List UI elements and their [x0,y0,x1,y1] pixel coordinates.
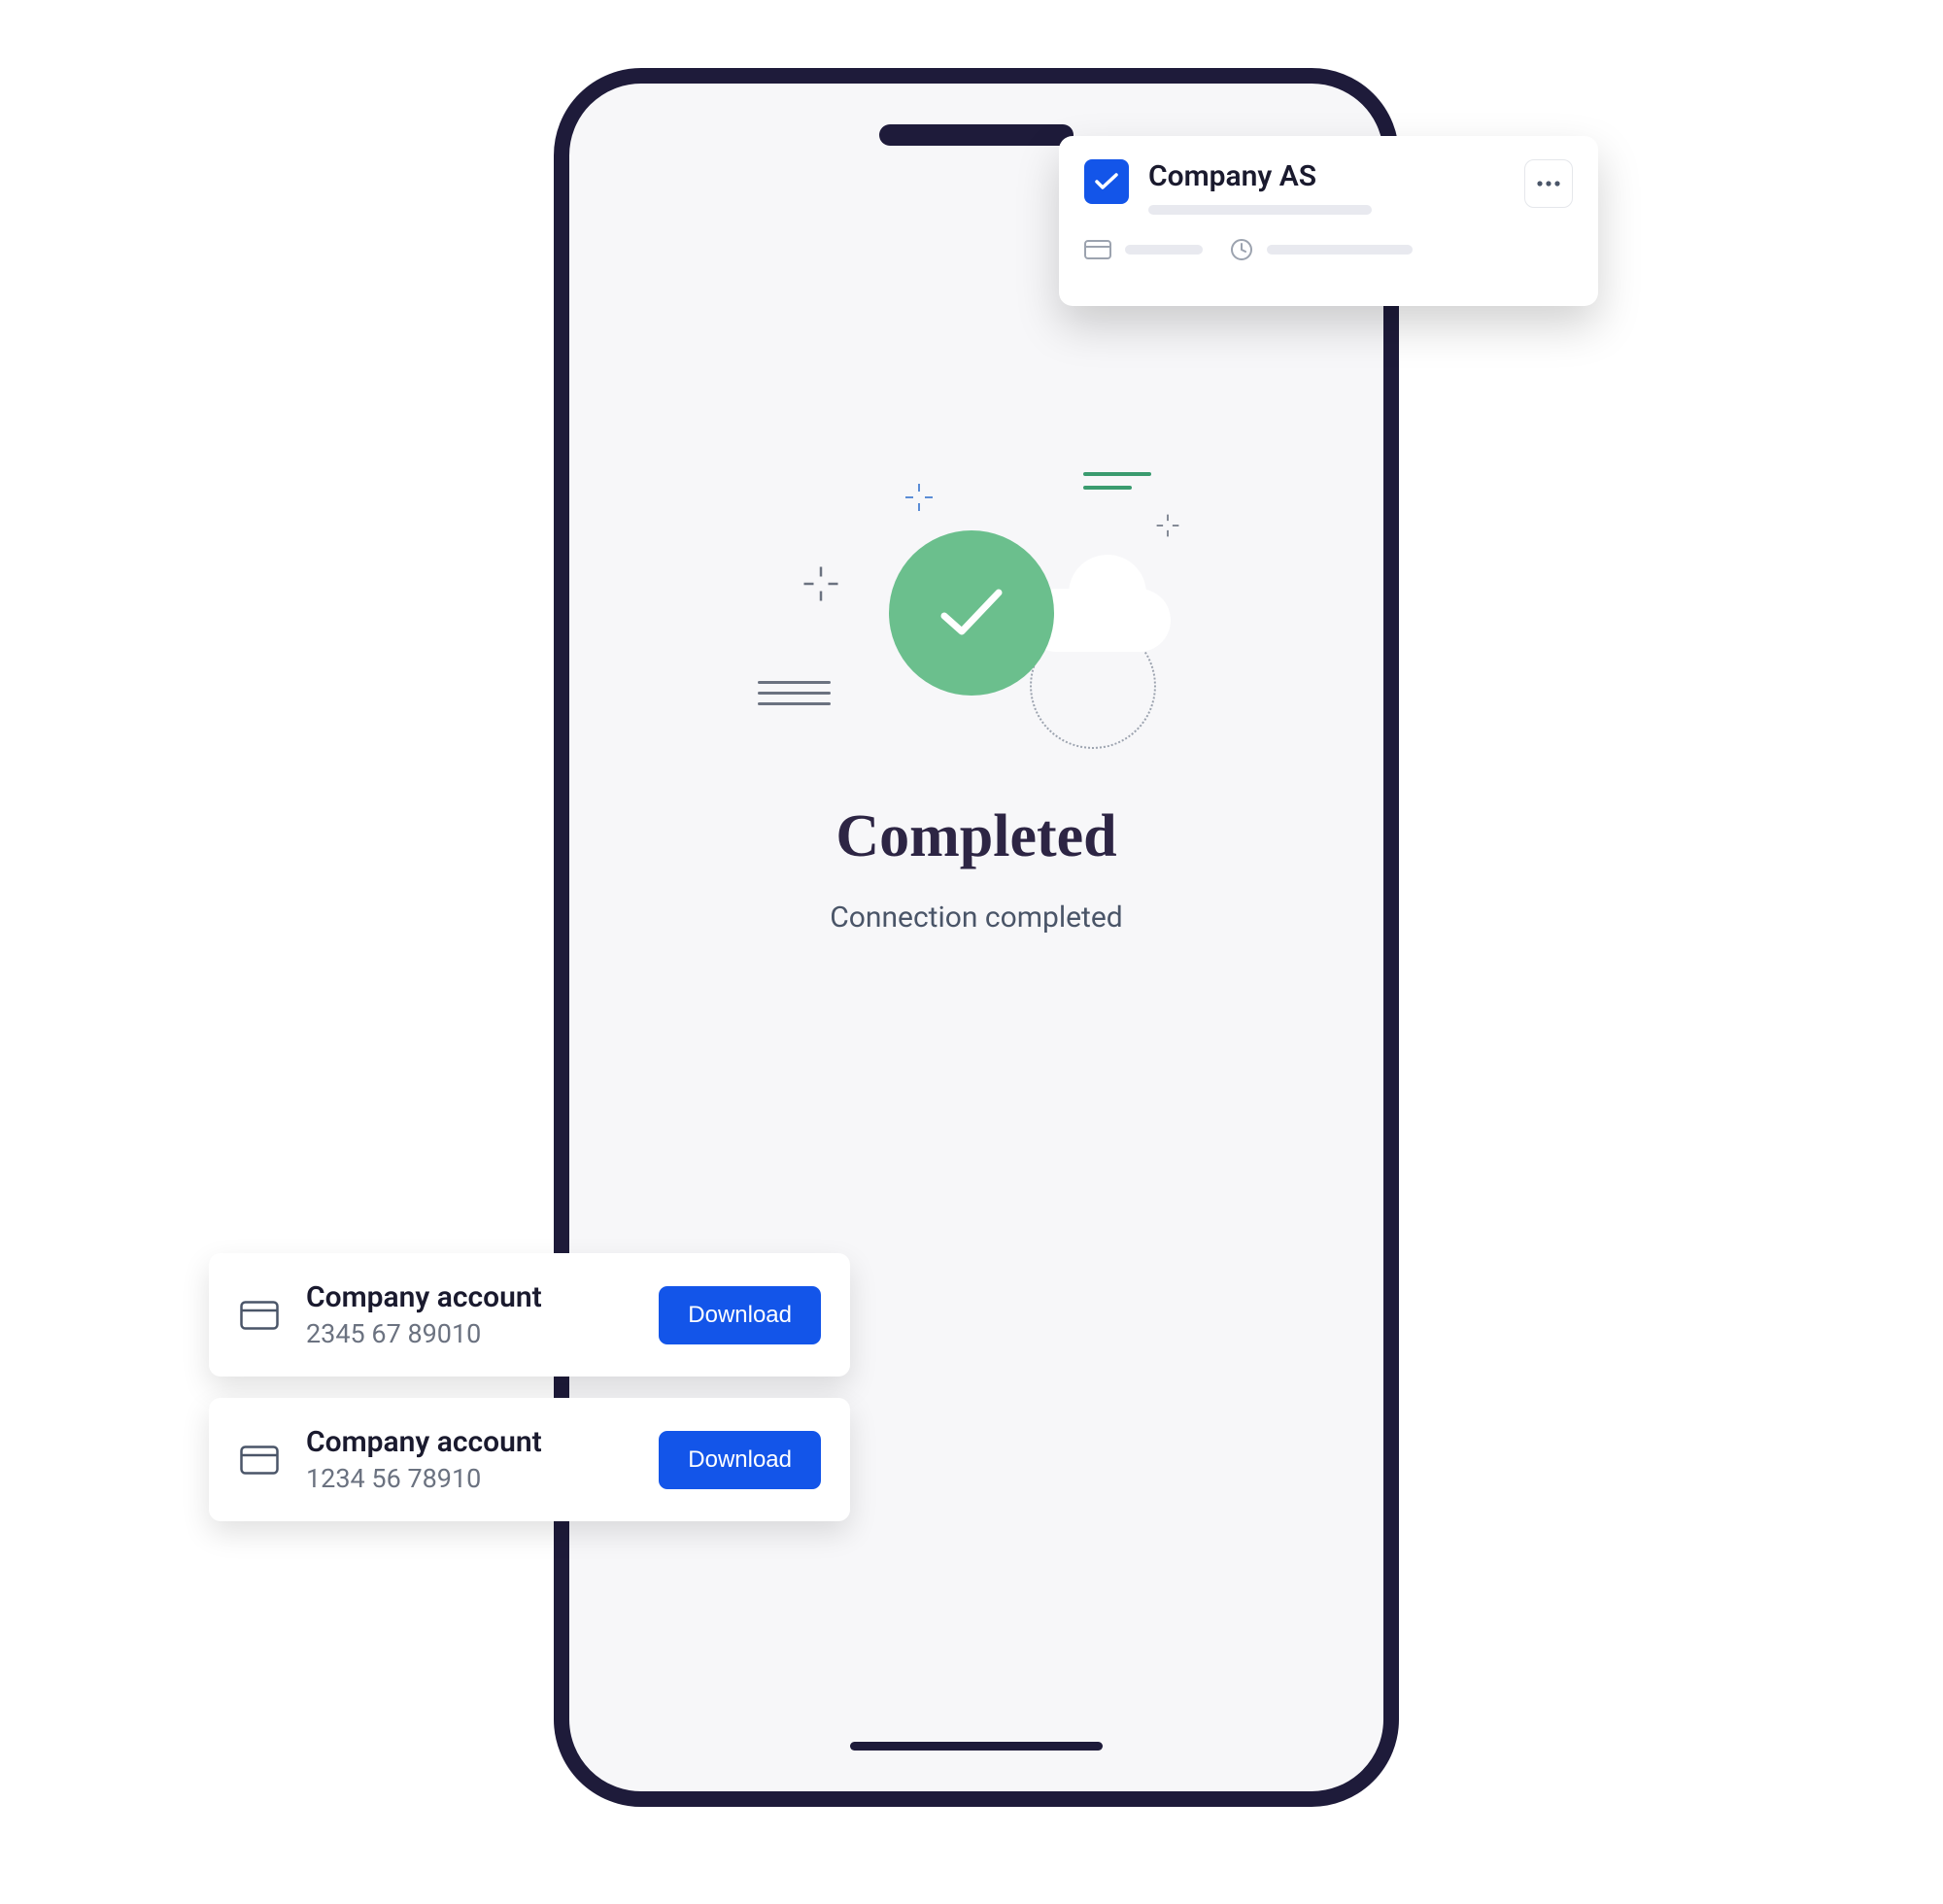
decorative-lines-icon [758,681,831,713]
home-indicator [850,1742,1103,1751]
card-icon [1084,240,1111,259]
skeleton-line [1125,245,1203,255]
headline: Completed [835,802,1116,871]
decorative-lines-icon [1083,472,1151,499]
account-row: Company account 1234 56 78910 Download [209,1398,850,1521]
plus-icon [1155,513,1180,542]
company-checkbox[interactable] [1084,159,1129,204]
card-icon [238,1445,281,1475]
card-icon [238,1301,281,1330]
account-row: Company account 2345 67 89010 Download [209,1253,850,1377]
phone-frame: Completed Connection completed [554,68,1399,1807]
check-icon [1094,171,1119,192]
skeleton-line [1148,205,1372,215]
download-button[interactable]: Download [659,1431,821,1489]
plus-icon [801,564,840,607]
skeleton-line [1267,245,1413,255]
clock-icon [1230,238,1253,261]
company-card: Company AS [1059,136,1598,306]
success-illustration [753,472,1200,744]
account-number: 2345 67 89010 [306,1318,633,1349]
checkmark-circle-icon [889,530,1054,696]
account-title: Company account [306,1280,633,1314]
download-button[interactable]: Download [659,1286,821,1344]
more-button[interactable] [1524,159,1573,208]
accounts-list: Company account 2345 67 89010 Download C… [209,1253,850,1543]
more-icon [1537,181,1560,187]
account-title: Company account [306,1425,633,1459]
plus-icon [903,482,935,517]
subtitle: Connection completed [830,901,1122,935]
company-name: Company AS [1148,159,1505,193]
account-number: 1234 56 78910 [306,1463,633,1494]
